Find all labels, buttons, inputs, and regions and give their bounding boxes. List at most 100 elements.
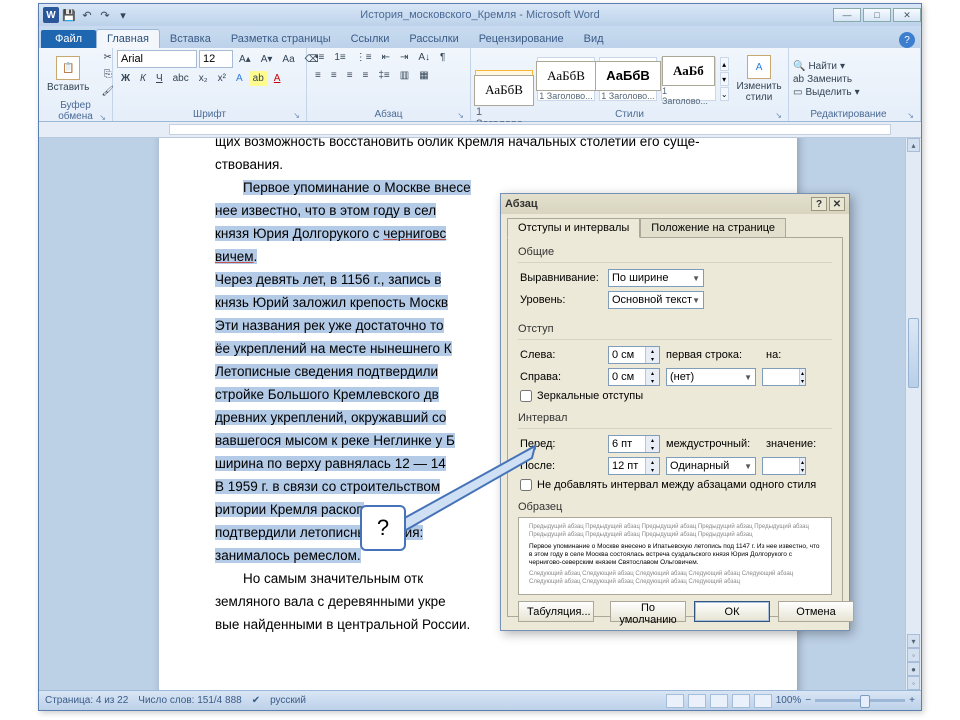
tab-home[interactable]: Главная — [96, 29, 160, 48]
multilevel-button[interactable]: ⋮≡ — [352, 50, 376, 65]
style-heading3[interactable]: АаБбВ1 Заголово... — [599, 57, 657, 101]
prev-page-button[interactable]: ◦ — [907, 648, 920, 662]
tabs-button[interactable]: Табуляция... — [518, 601, 594, 622]
zoom-out-button[interactable]: − — [805, 695, 811, 706]
text-line[interactable]: ствования. — [215, 153, 741, 176]
style-heading2[interactable]: АаБбВ1 Заголово... — [537, 57, 595, 101]
view-draft-button[interactable] — [754, 694, 772, 708]
minimize-button[interactable]: — — [833, 8, 861, 22]
dialog-close-button[interactable]: ✕ — [829, 197, 845, 211]
shading-button[interactable]: ▥ — [396, 68, 413, 83]
styles-next-button[interactable]: ▾ — [720, 72, 729, 86]
strike-button[interactable]: abc — [169, 71, 193, 86]
status-page[interactable]: Страница: 4 из 22 — [45, 695, 128, 706]
grow-font-button[interactable]: A▴ — [235, 52, 255, 67]
line-spacing-button[interactable]: ‡≡ — [374, 68, 393, 83]
firstline-select[interactable]: (нет)▼ — [666, 368, 756, 386]
font-color-button[interactable]: A — [270, 71, 285, 86]
tab-review[interactable]: Рецензирование — [469, 30, 574, 48]
tab-mailings[interactable]: Рассылки — [399, 30, 468, 48]
status-language[interactable]: русский — [270, 695, 306, 706]
qat-undo-button[interactable]: ↶ — [79, 7, 95, 23]
browse-object-button[interactable]: ● — [907, 662, 920, 676]
qat-save-button[interactable]: 💾 — [61, 7, 77, 23]
qat-customize-button[interactable]: ▾ — [115, 7, 131, 23]
view-reading-button[interactable] — [688, 694, 706, 708]
cancel-button[interactable]: Отмена — [778, 601, 854, 622]
qat-redo-button[interactable]: ↷ — [97, 7, 113, 23]
decrease-indent-button[interactable]: ⇤ — [378, 50, 394, 65]
sort-button[interactable]: A↓ — [414, 50, 434, 65]
change-styles-button[interactable]: A Изменить стили — [733, 53, 786, 105]
maximize-button[interactable]: □ — [863, 8, 891, 22]
spacing-value-input[interactable]: ▴▾ — [762, 457, 806, 475]
status-proofing-icon[interactable]: ✔ — [252, 695, 260, 706]
outline-level-select[interactable]: Основной текст▼ — [608, 291, 704, 309]
indent-right-input[interactable]: ▴▾ — [608, 368, 660, 386]
underline-button[interactable]: Ч — [152, 71, 167, 86]
align-center-button[interactable]: ≡ — [327, 68, 341, 83]
close-button[interactable]: ✕ — [893, 8, 921, 22]
tab-layout[interactable]: Разметка страницы — [221, 30, 341, 48]
help-icon[interactable]: ? — [899, 32, 915, 48]
mirror-indents-checkbox[interactable]: Зеркальные отступы — [520, 390, 830, 402]
style-heading4[interactable]: АаБб1 Заголово... — [661, 57, 716, 101]
tab-references[interactable]: Ссылки — [341, 30, 400, 48]
subscript-button[interactable]: x₂ — [195, 71, 212, 86]
status-words[interactable]: Число слов: 151/4 888 — [138, 695, 241, 706]
increase-indent-button[interactable]: ⇥ — [396, 50, 412, 65]
vertical-scrollbar[interactable]: ▴ ▾ ◦ ● ◦ — [905, 138, 921, 690]
borders-button[interactable]: ▦ — [415, 68, 432, 83]
scroll-up-button[interactable]: ▴ — [907, 138, 920, 152]
tab-view[interactable]: Вид — [574, 30, 614, 48]
zoom-in-button[interactable]: + — [909, 695, 915, 706]
zoom-level[interactable]: 100% — [776, 695, 802, 706]
alignment-select[interactable]: По ширине▼ — [608, 269, 704, 287]
select-button[interactable]: ▭Выделить ▾ — [793, 87, 860, 98]
scroll-thumb[interactable] — [908, 318, 919, 388]
next-page-button[interactable]: ◦ — [907, 676, 920, 690]
align-left-button[interactable]: ≡ — [311, 68, 325, 83]
styles-more-button[interactable]: ⌄ — [720, 87, 729, 101]
highlight-button[interactable]: ab — [249, 71, 268, 86]
style-heading1[interactable]: АаБбВ1 Заголово... — [475, 70, 533, 88]
tab-insert[interactable]: Вставка — [160, 30, 221, 48]
shrink-font-button[interactable]: A▾ — [257, 52, 277, 67]
view-outline-button[interactable] — [732, 694, 750, 708]
text-effects-button[interactable]: A — [232, 71, 247, 86]
text-line[interactable]: щих возможность восстановить облик Кремл… — [215, 138, 741, 153]
find-button[interactable]: 🔍Найти ▾ — [793, 61, 860, 72]
align-right-button[interactable]: ≡ — [343, 68, 357, 83]
dialog-tab-pagebreaks[interactable]: Положение на странице — [640, 218, 786, 238]
horizontal-ruler[interactable] — [39, 122, 921, 138]
dialog-help-button[interactable]: ? — [811, 197, 827, 211]
dialog-tab-indents[interactable]: Отступы и интервалы — [507, 218, 640, 238]
space-before-input[interactable]: ▴▾ — [608, 435, 660, 453]
superscript-button[interactable]: x² — [214, 71, 230, 86]
indent-left-input[interactable]: ▴▾ — [608, 346, 660, 364]
tab-file[interactable]: Файл — [41, 30, 96, 48]
bold-button[interactable]: Ж — [117, 71, 134, 86]
view-print-button[interactable] — [666, 694, 684, 708]
bullets-button[interactable]: •≡ — [311, 50, 328, 65]
replace-button[interactable]: abЗаменить — [793, 74, 860, 85]
justify-button[interactable]: ≡ — [359, 68, 373, 83]
paste-button[interactable]: 📋 Вставить — [43, 54, 93, 95]
scroll-down-button[interactable]: ▾ — [907, 634, 920, 648]
italic-button[interactable]: К — [136, 71, 150, 86]
dialog-titlebar[interactable]: Абзац ? ✕ — [501, 194, 849, 214]
zoom-slider[interactable] — [815, 699, 905, 702]
firstline-by-input[interactable]: ▴▾ — [762, 368, 806, 386]
no-space-same-style-checkbox[interactable]: Не добавлять интервал между абзацами одн… — [520, 479, 830, 491]
numbering-button[interactable]: 1≡ — [330, 50, 349, 65]
change-case-button[interactable]: Aa — [278, 52, 298, 67]
view-web-button[interactable] — [710, 694, 728, 708]
font-name-select[interactable] — [117, 50, 197, 68]
ok-button[interactable]: ОК — [694, 601, 770, 622]
space-after-input[interactable]: ▴▾ — [608, 457, 660, 475]
linespacing-select[interactable]: Одинарный▼ — [666, 457, 756, 475]
default-button[interactable]: По умолчанию — [610, 601, 686, 622]
font-size-select[interactable] — [199, 50, 233, 68]
show-marks-button[interactable]: ¶ — [436, 50, 449, 65]
styles-prev-button[interactable]: ▴ — [720, 57, 729, 71]
